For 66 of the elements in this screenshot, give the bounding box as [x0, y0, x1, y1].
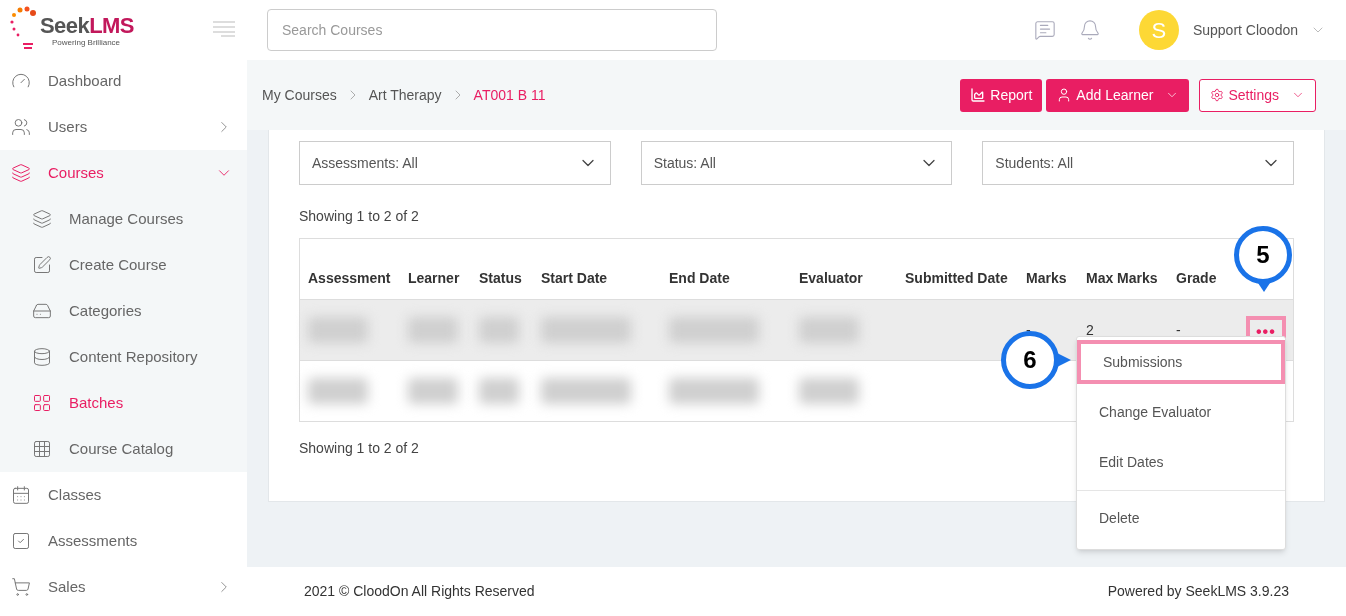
result-count: Showing 1 to 2 of 2: [299, 207, 420, 226]
column-header: Grade: [1175, 269, 1218, 288]
filter-dropdown[interactable]: Students: All: [982, 141, 1294, 185]
layers-icon: [32, 209, 52, 229]
pencil-square-icon: [32, 255, 52, 275]
submenu-item[interactable]: Batches: [0, 380, 247, 426]
bell-icon[interactable]: [1078, 19, 1101, 41]
submenu-item[interactable]: Manage Courses: [0, 196, 247, 242]
blurred-text: [799, 378, 859, 404]
copyright-text: 2021 © CloodOn All Rights Reserved: [304, 582, 535, 601]
column-header: Learner: [407, 269, 461, 288]
submenu-item[interactable]: Content Repository: [0, 334, 247, 380]
blurred-text: [408, 378, 458, 404]
sidebar-item[interactable]: Users: [0, 104, 247, 150]
settings-button[interactable]: Settings: [1199, 78, 1316, 112]
menu-item[interactable]: Change Evaluator: [1077, 390, 1285, 434]
blurred-text: [479, 378, 519, 404]
logo-wordmark: SeekLMS: [40, 15, 134, 37]
checkbox-icon: [11, 531, 31, 551]
table-cell-text: 2: [1085, 320, 1095, 340]
settings-icon: [1210, 88, 1225, 102]
logo-tagline: Powering Brilliance: [52, 37, 122, 49]
breadcrumb-link[interactable]: My Courses: [262, 84, 337, 106]
column-header: End Date: [668, 269, 731, 288]
blurred-text: [308, 378, 368, 404]
logo-icon: [10, 6, 38, 52]
server-icon: [32, 301, 52, 321]
sidebar-item[interactable]: Dashboard: [0, 58, 247, 104]
column-header: Marks: [1025, 269, 1068, 288]
result-count: Showing 1 to 2 of 2: [299, 439, 420, 458]
column-header: Assessment: [307, 269, 392, 288]
filter-dropdown[interactable]: Status: All: [640, 141, 953, 185]
chat-icon[interactable]: [1033, 19, 1056, 41]
column-header: Submitted Date: [904, 269, 1009, 288]
submenu-item[interactable]: Categories: [0, 288, 247, 334]
menu-item[interactable]: Edit Dates: [1077, 440, 1285, 484]
database-icon: [32, 347, 52, 367]
sidebar-item[interactable]: Assessments: [0, 518, 247, 564]
sidebar-item[interactable]: Courses: [0, 150, 247, 196]
sidebar-item[interactable]: Sales: [0, 564, 247, 610]
sidebar-item[interactable]: Classes: [0, 472, 247, 518]
layers-icon: [11, 163, 31, 183]
menu-item[interactable]: Delete: [1077, 490, 1285, 540]
submenu-item[interactable]: Create Course: [0, 242, 247, 288]
chart-icon: [970, 87, 987, 103]
users-icon: [11, 117, 31, 137]
table-cell-text: -: [1175, 320, 1182, 340]
submenu-item[interactable]: Course Catalog: [0, 426, 247, 472]
breadcrumb-link[interactable]: AT001 B 11: [473, 84, 546, 106]
menu-icon[interactable]: [213, 21, 235, 37]
search-field[interactable]: Search Courses: [267, 9, 717, 51]
filter-dropdown[interactable]: Assessments: All: [299, 141, 611, 185]
breadcrumb-link[interactable]: Art Therapy: [368, 84, 442, 106]
version-text: Powered by SeekLMS 3.9.23: [1107, 582, 1289, 601]
cart-icon: [11, 577, 31, 597]
menu-item[interactable]: Submissions: [1077, 340, 1285, 384]
calendar-icon: [11, 485, 31, 505]
report-button[interactable]: Report: [960, 78, 1043, 112]
user-name[interactable]: Support Cloodon: [1192, 19, 1298, 41]
column-header: Start Date: [540, 269, 609, 288]
column-header: Evaluator: [798, 269, 864, 288]
column-header: Status: [478, 269, 523, 288]
add-button[interactable]: Add Learner: [1046, 78, 1190, 112]
grid-icon: [32, 439, 52, 459]
grid-icon: [32, 393, 52, 413]
column-header: Max Marks: [1085, 269, 1159, 288]
